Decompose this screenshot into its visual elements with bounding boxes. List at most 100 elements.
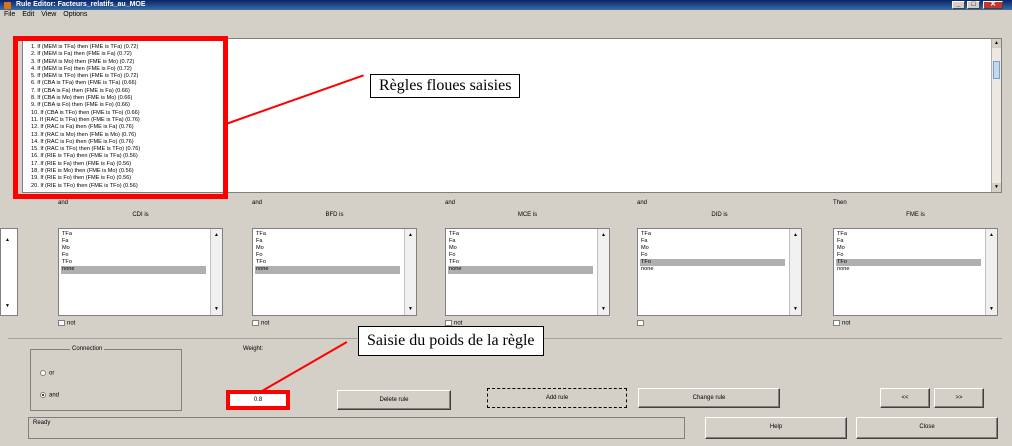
membership-item[interactable]: none <box>255 266 400 274</box>
change-rule-button[interactable]: Change rule <box>638 388 780 408</box>
menu-edit[interactable]: Edit <box>22 11 34 18</box>
scroll-up-icon[interactable]: ▲ <box>992 39 1001 48</box>
strip-down-icon[interactable]: ▼ <box>5 303 10 309</box>
membership-item[interactable]: Fo <box>836 252 981 259</box>
membership-listbox[interactable]: TFa Fa Mo Fo TFo none ▲ ▼ <box>58 228 223 316</box>
list-down-icon[interactable]: ▼ <box>211 306 222 312</box>
membership-item[interactable]: none <box>61 266 206 274</box>
not-checkbox[interactable]: not <box>252 320 269 327</box>
list-up-icon[interactable]: ▲ <box>405 232 416 238</box>
membership-item[interactable]: Fa <box>640 238 785 245</box>
membership-listbox[interactable]: TFa Fa Mo Fo TFo none ▲ ▼ <box>833 228 998 316</box>
membership-item[interactable]: TFo <box>448 259 593 266</box>
menu-file[interactable]: File <box>4 11 15 18</box>
radio-and-icon <box>40 392 46 398</box>
listbox-scrollbar[interactable]: ▲ ▼ <box>210 229 222 315</box>
membership-item[interactable]: none <box>836 266 981 273</box>
membership-item[interactable]: Mo <box>640 245 785 252</box>
membership-item[interactable]: none <box>640 266 785 273</box>
membership-item[interactable]: Fa <box>61 238 206 245</box>
listbox-scrollbar[interactable]: ▲ ▼ <box>985 229 997 315</box>
not-checkbox[interactable]: not <box>58 320 75 327</box>
membership-item[interactable]: Fa <box>255 238 400 245</box>
membership-item[interactable]: TFa <box>255 231 400 238</box>
maximize-button[interactable]: □ <box>967 1 980 9</box>
list-down-icon[interactable]: ▼ <box>405 306 416 312</box>
checkbox-icon <box>637 320 644 326</box>
title-bar: Rule Editor: Facteurs_relatifs_au_MOE _ … <box>0 0 1012 10</box>
membership-listbox[interactable]: TFa Fa Mo Fo TFo none ▲ ▼ <box>252 228 417 316</box>
variable-label: BFD is <box>325 212 344 218</box>
variable-label: CDI is <box>132 212 149 218</box>
membership-item[interactable]: Mo <box>448 245 593 252</box>
minimize-button[interactable]: _ <box>952 1 965 9</box>
membership-item[interactable]: Fa <box>448 238 593 245</box>
left-input-strip[interactable]: ▲ ▼ <box>0 228 18 316</box>
membership-item[interactable]: Mo <box>836 245 981 252</box>
conjunction-label: Then <box>833 200 847 206</box>
list-up-icon[interactable]: ▲ <box>598 232 609 238</box>
membership-item[interactable]: Mo <box>61 245 206 252</box>
membership-item[interactable]: TFa <box>836 231 981 238</box>
scroll-thumb[interactable] <box>993 61 1000 79</box>
rule-editor-window: Rule Editor: Facteurs_relatifs_au_MOE _ … <box>0 0 1012 446</box>
membership-item[interactable]: Fo <box>448 252 593 259</box>
membership-item[interactable]: TFa <box>61 231 206 238</box>
not-checkbox[interactable]: not <box>833 320 850 327</box>
menu-bar: File Edit View Options <box>0 10 1012 19</box>
list-down-icon[interactable]: ▼ <box>986 306 997 312</box>
not-checkbox[interactable] <box>637 320 646 327</box>
conjunction-label: and <box>252 200 263 206</box>
connection-group <box>30 349 182 411</box>
delete-rule-button[interactable]: Delete rule <box>337 390 451 410</box>
conjunction-label: and <box>445 200 456 206</box>
checkbox-icon <box>58 320 65 326</box>
help-button[interactable]: Help <box>705 417 847 439</box>
membership-item[interactable]: Fo <box>61 252 206 259</box>
listbox-scrollbar[interactable]: ▲ ▼ <box>789 229 801 315</box>
membership-listbox[interactable]: TFa Fa Mo Fo TFo none ▲ ▼ <box>637 228 802 316</box>
weight-callout-line <box>261 341 348 392</box>
list-down-icon[interactable]: ▼ <box>790 306 801 312</box>
membership-item[interactable]: TFo <box>255 259 400 266</box>
close-window-button[interactable]: ✕ <box>983 1 1003 9</box>
listbox-scrollbar[interactable]: ▲ ▼ <box>404 229 416 315</box>
add-rule-button[interactable]: Add rule <box>487 388 627 408</box>
window-title: Rule Editor: Facteurs_relatifs_au_MOE <box>16 1 146 8</box>
prev-rule-button[interactable]: << <box>880 388 930 408</box>
membership-item[interactable]: TFo <box>640 259 785 267</box>
scroll-down-icon[interactable]: ▼ <box>992 183 1001 192</box>
list-up-icon[interactable]: ▲ <box>211 232 222 238</box>
menu-options[interactable]: Options <box>63 11 87 18</box>
strip-up-icon[interactable]: ▲ <box>5 237 10 243</box>
next-rule-button[interactable]: >> <box>934 388 984 408</box>
membership-item[interactable]: Fo <box>255 252 400 259</box>
weight-input[interactable]: 0.8 <box>226 390 290 410</box>
not-label: not <box>842 320 851 327</box>
not-label: not <box>261 320 270 327</box>
connection-label: Connection <box>70 346 105 352</box>
membership-item[interactable]: TFa <box>448 231 593 238</box>
membership-item[interactable]: TFo <box>836 259 981 267</box>
membership-item[interactable]: none <box>448 266 593 274</box>
membership-item[interactable]: TFa <box>640 231 785 238</box>
radio-and-label: and <box>49 392 60 399</box>
listbox-scrollbar[interactable]: ▲ ▼ <box>597 229 609 315</box>
list-up-icon[interactable]: ▲ <box>986 232 997 238</box>
list-up-icon[interactable]: ▲ <box>790 232 801 238</box>
rules-scrollbar[interactable]: ▲ ▼ <box>991 39 1001 192</box>
membership-listbox[interactable]: TFa Fa Mo Fo TFo none ▲ ▼ <box>445 228 610 316</box>
membership-item[interactable]: TFo <box>61 259 206 266</box>
not-label: not <box>67 320 76 327</box>
close-button[interactable]: Close <box>856 417 998 439</box>
radio-or[interactable]: or <box>40 370 54 377</box>
membership-item[interactable]: Fa <box>836 238 981 245</box>
membership-item[interactable]: Fo <box>640 252 785 259</box>
checkbox-icon <box>252 320 259 326</box>
list-down-icon[interactable]: ▼ <box>598 306 609 312</box>
weight-label: Weight: <box>243 346 264 352</box>
radio-and[interactable]: and <box>40 392 59 399</box>
menu-view[interactable]: View <box>41 11 56 18</box>
membership-item[interactable]: Mo <box>255 245 400 252</box>
conjunction-label: and <box>637 200 648 206</box>
